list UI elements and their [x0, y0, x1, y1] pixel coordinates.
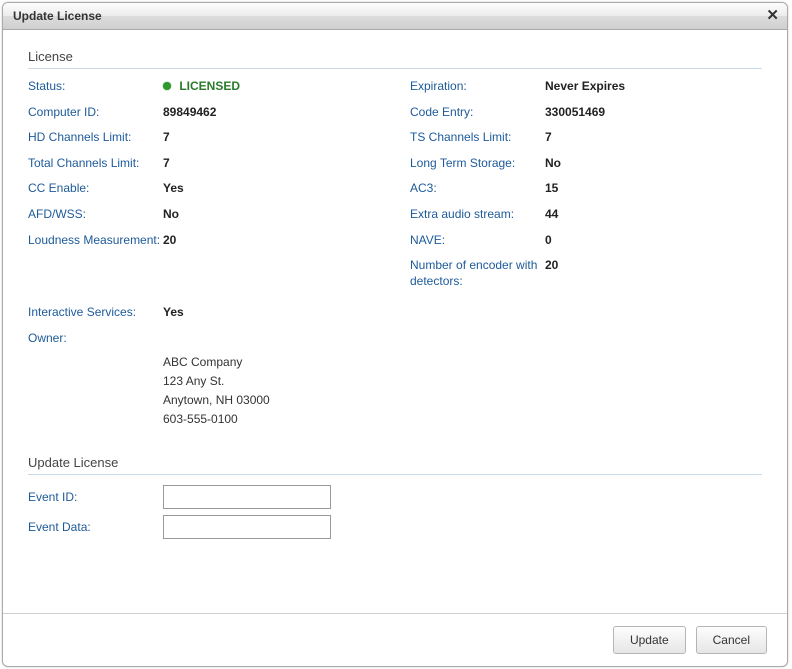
- owner-block: ABC Company 123 Any St. Anytown, NH 0300…: [163, 353, 762, 430]
- computer-id-label: Computer ID:: [28, 105, 163, 121]
- update-button[interactable]: Update: [613, 626, 686, 654]
- nave-label: NAVE:: [410, 233, 545, 249]
- dialog-titlebar: Update License ✕: [3, 3, 787, 30]
- expiration-label: Expiration:: [410, 79, 545, 95]
- enc-det-label: Number of encoder with detectors:: [410, 258, 545, 289]
- interactive-services-value: Yes: [163, 305, 184, 321]
- cc-enable-label: CC Enable:: [28, 181, 163, 197]
- code-entry-label: Code Entry:: [410, 105, 545, 121]
- status-label: Status:: [28, 79, 163, 95]
- event-data-input[interactable]: [163, 515, 331, 539]
- owner-line2: 123 Any St.: [163, 372, 762, 391]
- owner-line3: Anytown, NH 03000: [163, 391, 762, 410]
- lts-label: Long Term Storage:: [410, 156, 545, 172]
- update-license-dialog: Update License ✕ License Status: LICENSE…: [2, 2, 788, 667]
- computer-id-value: 89849462: [163, 105, 216, 121]
- nave-value: 0: [545, 233, 552, 249]
- afd-wss-label: AFD/WSS:: [28, 207, 163, 223]
- hd-limit-value: 7: [163, 130, 170, 146]
- ts-limit-value: 7: [545, 130, 552, 146]
- owner-label: Owner:: [28, 331, 163, 347]
- total-limit-value: 7: [163, 156, 170, 172]
- extra-audio-value: 44: [545, 207, 558, 223]
- expiration-value: Never Expires: [545, 79, 625, 95]
- event-data-label: Event Data:: [28, 520, 163, 534]
- total-limit-label: Total Channels Limit:: [28, 156, 163, 172]
- loudness-label: Loudness Measurement:: [28, 233, 163, 249]
- license-section-title: License: [28, 49, 762, 64]
- update-section-title: Update License: [28, 455, 762, 470]
- code-entry-value: 330051469: [545, 105, 605, 121]
- ac3-label: AC3:: [410, 181, 545, 197]
- dialog-footer: Update Cancel: [3, 613, 787, 666]
- event-id-label: Event ID:: [28, 490, 163, 504]
- hd-limit-label: HD Channels Limit:: [28, 130, 163, 146]
- enc-det-value: 20: [545, 258, 558, 274]
- status-value: LICENSED: [163, 79, 240, 95]
- event-id-input[interactable]: [163, 485, 331, 509]
- cancel-button[interactable]: Cancel: [696, 626, 767, 654]
- owner-line1: ABC Company: [163, 353, 762, 372]
- extra-audio-label: Extra audio stream:: [410, 207, 545, 223]
- status-dot-icon: [163, 82, 171, 90]
- lts-value: No: [545, 156, 561, 172]
- dialog-title: Update License: [13, 9, 102, 23]
- owner-line4: 603-555-0100: [163, 410, 762, 429]
- loudness-value: 20: [163, 233, 176, 249]
- interactive-services-label: Interactive Services:: [28, 305, 163, 321]
- ac3-value: 15: [545, 181, 558, 197]
- cc-enable-value: Yes: [163, 181, 184, 197]
- ts-limit-label: TS Channels Limit:: [410, 130, 545, 146]
- afd-wss-value: No: [163, 207, 179, 223]
- close-icon[interactable]: ✕: [766, 8, 779, 23]
